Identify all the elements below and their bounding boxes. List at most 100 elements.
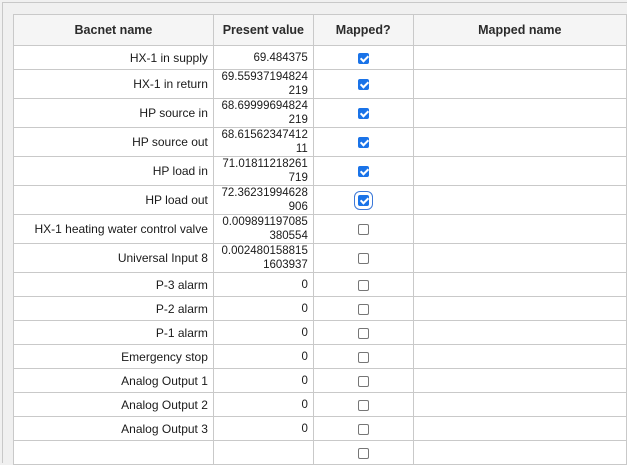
- mapped-cell: [312, 156, 414, 186]
- present-value-cell: 0: [212, 344, 314, 369]
- mapped-cell: [312, 296, 414, 321]
- mapped-cell: [312, 127, 414, 157]
- mapped-name-input[interactable]: [412, 69, 627, 99]
- present-value-cell: 68.69999694824 219: [212, 98, 314, 128]
- present-value-cell: 69.484375: [212, 45, 314, 70]
- mapped-cell: [312, 69, 414, 99]
- table-row: P-3 alarm 0: [13, 272, 627, 297]
- table-row: Emergency stop 0: [13, 344, 627, 369]
- bacnet-name-cell: HX-1 heating water control valve: [13, 214, 214, 244]
- present-value-cell: 0: [212, 272, 314, 297]
- mapped-cell: [312, 392, 414, 417]
- bacnet-name-cell: HP source out: [13, 127, 214, 157]
- mapped-name-input[interactable]: [412, 320, 627, 345]
- mapped-checkbox[interactable]: [357, 327, 369, 339]
- mapped-checkbox[interactable]: [357, 399, 369, 411]
- table-row: HP load in 71.01811218261 719: [13, 156, 627, 186]
- present-value-cell: 0: [212, 416, 314, 441]
- mapped-checkbox[interactable]: [357, 52, 369, 64]
- mapped-checkbox[interactable]: [353, 191, 373, 211]
- table-row: HP source out 68.61562347412 11: [13, 127, 627, 157]
- mapped-name-input[interactable]: [412, 185, 627, 215]
- mapped-checkbox[interactable]: [357, 166, 369, 178]
- present-value-cell: 0: [212, 296, 314, 321]
- table-row: Analog Output 20: [13, 392, 627, 417]
- mapped-cell: [312, 185, 414, 215]
- mapped-name-input[interactable]: [412, 243, 627, 273]
- table-row: P-2 alarm 0: [13, 296, 627, 321]
- present-value-cell: 72.36231994628 906: [212, 185, 314, 215]
- mapped-name-input[interactable]: [412, 156, 627, 186]
- mapped-cell: [312, 45, 414, 70]
- bacnet-mapping-table: Bacnet name Present value Mapped? Mapped…: [13, 14, 627, 465]
- mapped-name-input[interactable]: [412, 392, 627, 417]
- bacnet-name-cell: HP source in: [13, 98, 214, 128]
- present-value-cell: 0.009891197085 380554: [212, 214, 314, 244]
- mapped-checkbox[interactable]: [357, 423, 369, 435]
- table-row: Analog Output 30: [13, 416, 627, 441]
- header-mapped[interactable]: Mapped?: [312, 14, 414, 46]
- mapped-checkbox[interactable]: [357, 375, 369, 387]
- present-value-cell: 0: [212, 320, 314, 345]
- mapped-name-input[interactable]: [412, 127, 627, 157]
- mapped-cell: [312, 214, 414, 244]
- mapped-checkbox[interactable]: [357, 279, 369, 291]
- mapped-cell: [312, 272, 414, 297]
- table-row: HP source in 68.69999694824 219: [13, 98, 627, 128]
- bacnet-name-cell: Analog Output 3: [13, 416, 214, 441]
- header-bacnet-name[interactable]: Bacnet name: [13, 14, 214, 46]
- mapped-checkbox[interactable]: [357, 224, 369, 236]
- mapped-cell: [312, 416, 414, 441]
- mapped-name-input[interactable]: [412, 368, 627, 393]
- bacnet-name-cell: Universal Input 8: [13, 243, 214, 273]
- mapped-name-input[interactable]: [412, 416, 627, 441]
- mapped-cell: [312, 320, 414, 345]
- mapped-checkbox[interactable]: [357, 253, 369, 265]
- table-row: HX-1 heating water control valve 0.009891…: [13, 214, 627, 244]
- mapped-name-input[interactable]: [412, 45, 627, 70]
- mapped-checkbox[interactable]: [357, 351, 369, 363]
- mapped-checkbox[interactable]: [357, 137, 369, 149]
- present-value-cell: 0: [212, 392, 314, 417]
- mapped-name-input[interactable]: [412, 214, 627, 244]
- mapped-cell: [312, 440, 414, 465]
- table-row: [13, 440, 627, 465]
- header-row: Bacnet name Present value Mapped? Mapped…: [13, 14, 627, 46]
- present-value-cell: 69.55937194824 219: [212, 69, 314, 99]
- present-value-cell: 71.01811218261 719: [212, 156, 314, 186]
- mapped-name-input[interactable]: [412, 296, 627, 321]
- mapped-checkbox[interactable]: [357, 303, 369, 315]
- present-value-cell: 68.61562347412 11: [212, 127, 314, 157]
- table-row: Universal Input 8 0.002480158815 1603937: [13, 243, 627, 273]
- table-row: Analog Output 10: [13, 368, 627, 393]
- bacnet-name-cell: HP load in: [13, 156, 214, 186]
- present-value-cell: 0.002480158815 1603937: [212, 243, 314, 273]
- mapped-checkbox[interactable]: [357, 108, 369, 120]
- mapped-name-input[interactable]: [412, 272, 627, 297]
- table-row: P-1 alarm 0: [13, 320, 627, 345]
- present-value-cell: [212, 440, 314, 465]
- mapped-checkbox[interactable]: [357, 79, 369, 91]
- present-value-cell: 0: [212, 368, 314, 393]
- table-row: HX-1 in return 69.55937194824 219: [13, 69, 627, 99]
- bacnet-name-cell: [13, 440, 214, 465]
- bacnet-name-cell: HP load out: [13, 185, 214, 215]
- mapped-cell: [312, 344, 414, 369]
- mapped-checkbox[interactable]: [357, 447, 369, 459]
- bacnet-name-cell: P-1 alarm: [13, 320, 214, 345]
- table-row: HX-1 in supply 69.484375: [13, 45, 627, 70]
- mapped-name-input[interactable]: [412, 98, 627, 128]
- bacnet-name-cell: Emergency stop: [13, 344, 214, 369]
- mapped-name-input[interactable]: [412, 440, 627, 465]
- bacnet-name-cell: HX-1 in return: [13, 69, 214, 99]
- header-mapped-name[interactable]: Mapped name: [412, 14, 627, 46]
- bacnet-name-cell: HX-1 in supply: [13, 45, 214, 70]
- header-present-value[interactable]: Present value: [212, 14, 314, 46]
- table-row: HP load out 72.36231994628 906: [13, 185, 627, 215]
- bacnet-name-cell: P-3 alarm: [13, 272, 214, 297]
- mapped-cell: [312, 368, 414, 393]
- mapped-cell: [312, 243, 414, 273]
- mapped-name-input[interactable]: [412, 344, 627, 369]
- bacnet-name-cell: P-2 alarm: [13, 296, 214, 321]
- bacnet-name-cell: Analog Output 1: [13, 368, 214, 393]
